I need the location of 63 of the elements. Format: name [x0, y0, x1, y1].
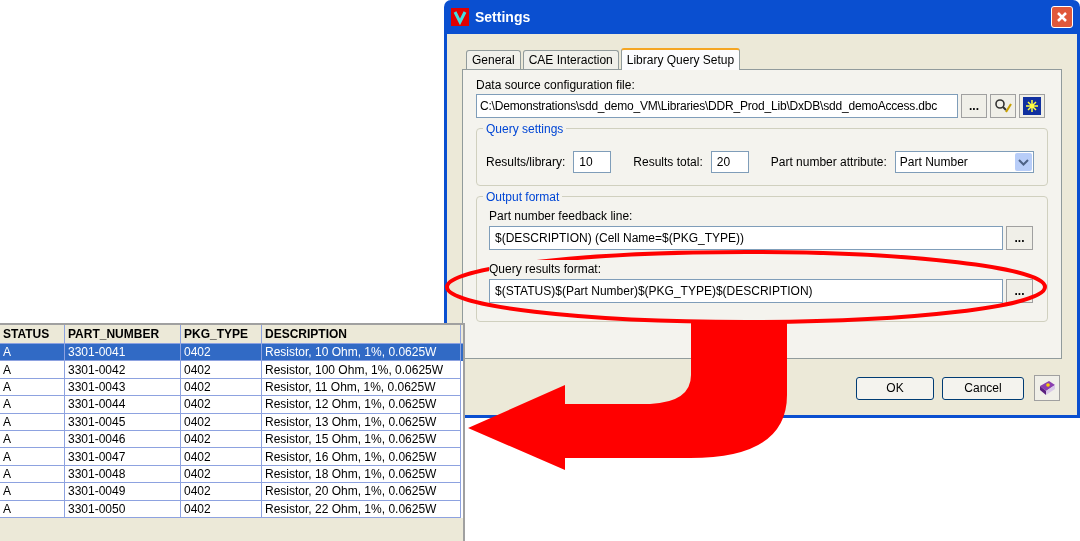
field-label: Part number attribute: — [770, 154, 887, 171]
table-row[interactable]: A 3301-0049 0402 Resistor, 20 Ohm, 1%, 0.0625W — [0, 483, 463, 501]
table-cell: A — [0, 500, 65, 518]
column-header[interactable]: PART_NUMBER — [65, 325, 181, 343]
field-label: Results total: — [633, 154, 703, 171]
column-header[interactable]: DESCRIPTION — [262, 325, 461, 343]
path-field[interactable]: C:\Demonstrations\sdd_demo_VM\Libraries\DDR_Prod_Lib\DxDB\sdd_demoAccess.dbc — [476, 94, 958, 118]
table-cell: 0402 — [181, 448, 262, 466]
table-cell: 0402 — [181, 413, 262, 431]
search-icon — [994, 98, 1012, 114]
table-cell: Resistor, 12 Ohm, 1%, 0.0625W — [262, 396, 461, 414]
table-cell: 0402 — [181, 483, 262, 501]
field-label: Results/library: — [486, 154, 566, 171]
browse-button[interactable]: ... — [961, 94, 987, 118]
new-button[interactable] — [1019, 94, 1045, 118]
table-cell: 0402 — [181, 361, 262, 379]
search-button[interactable] — [990, 94, 1016, 118]
ok-button[interactable]: OK — [856, 376, 934, 400]
browse-button[interactable]: ... — [1006, 226, 1033, 250]
table-cell: 3301-0047 — [65, 448, 181, 466]
cancel-button[interactable]: Cancel — [942, 376, 1024, 400]
table-cell: Resistor, 22 Ohm, 1%, 0.0625W — [262, 500, 461, 518]
table-cell: 3301-0044 — [65, 396, 181, 414]
feedback-line-field[interactable]: $(DESCRIPTION) (Cell Name=$(PKG_TYPE)) — [489, 226, 1003, 250]
table-cell: 0402 — [181, 500, 262, 518]
table-cell: Resistor, 16 Ohm, 1%, 0.0625W — [262, 448, 461, 466]
table-cell: Resistor, 13 Ohm, 1%, 0.0625W — [262, 413, 461, 431]
window-title: Settings — [475, 7, 532, 27]
table-cell: A — [0, 483, 65, 501]
part-number-dropdown[interactable]: Part Number — [894, 151, 1034, 173]
table-cell: 3301-0049 — [65, 483, 181, 501]
tab[interactable]: CAE Interaction — [522, 50, 619, 69]
table-cell: 3301-0050 — [65, 500, 181, 518]
table-cell: 3301-0045 — [65, 413, 181, 431]
star-icon — [1023, 97, 1041, 115]
column-header[interactable]: PKG_TYPE — [181, 325, 262, 343]
table-row[interactable]: A 3301-0042 0402 Resistor, 100 Ohm, 1%, 0.0625W — [0, 361, 463, 379]
close-button[interactable] — [1051, 6, 1073, 28]
tab[interactable]: Library Query Setup — [620, 48, 741, 70]
field-label: Data source configuration file: — [476, 77, 636, 92]
book-icon — [1037, 378, 1057, 398]
table-cell: 3301-0042 — [65, 361, 181, 379]
results-format-field[interactable]: $(STATUS)$(Part Number)$(PKG_TYPE)$(DESCRIPTION) — [489, 279, 1003, 303]
dropdown-value: Part Number — [899, 154, 968, 171]
field-label: Part number feedback line: — [489, 208, 634, 223]
table-row[interactable]: A 3301-0044 0402 Resistor, 12 Ohm, 1%, 0.0625W — [0, 396, 463, 414]
help-button[interactable] — [1034, 375, 1060, 401]
table-cell: A — [0, 396, 65, 414]
table-cell: A — [0, 361, 65, 379]
app-logo-icon — [451, 8, 469, 26]
close-icon — [1056, 11, 1068, 23]
table-cell: Resistor, 20 Ohm, 1%, 0.0625W — [262, 483, 461, 501]
table-cell: A — [0, 413, 65, 431]
column-header[interactable]: STATUS — [0, 325, 65, 343]
field-label: Query results format: — [489, 260, 602, 276]
table-cell: Resistor, 100 Ohm, 1%, 0.0625W — [262, 361, 461, 379]
results-per-library-field[interactable]: 10 — [573, 151, 612, 173]
table-cell: 0402 — [181, 396, 262, 414]
tab[interactable]: General — [466, 50, 521, 69]
table-cell: A — [0, 448, 65, 466]
table-row[interactable]: A 3301-0041 0402 Resistor, 10 Ohm, 1%, 0.0625W — [0, 344, 463, 362]
results-total-field[interactable]: 20 — [710, 151, 749, 173]
table-row[interactable]: A 3301-0047 0402 Resistor, 16 Ohm, 1%, 0.0625W — [0, 448, 463, 466]
